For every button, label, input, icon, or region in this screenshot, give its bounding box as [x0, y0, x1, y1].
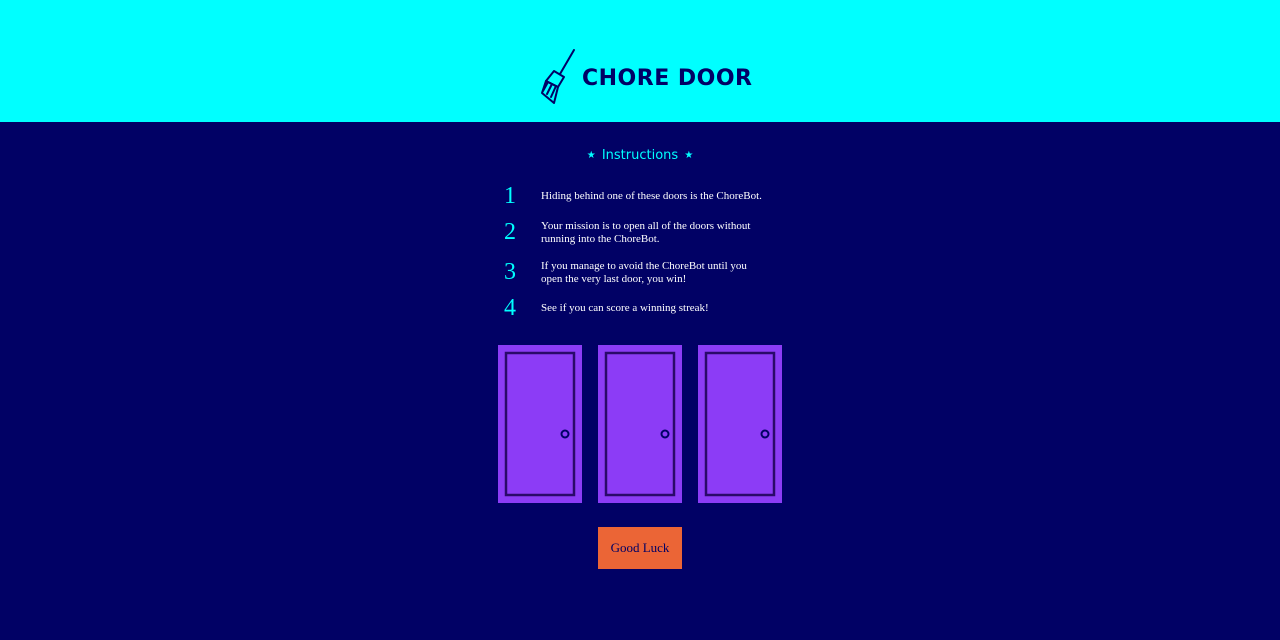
star-icon: ★ — [684, 150, 694, 161]
step-number: 2 — [504, 219, 516, 245]
step-text: If you manage to avoid the ChoreBot unti… — [541, 260, 747, 285]
step-number: 4 — [504, 295, 516, 321]
good-luck-button[interactable]: Good Luck — [598, 527, 682, 569]
door-1[interactable] — [498, 345, 582, 503]
step-text: Hiding behind one of these doors is the … — [541, 190, 762, 202]
step-number: 1 — [504, 183, 516, 209]
step-text: See if you can score a winning streak! — [541, 302, 709, 314]
instructions-heading: ★ Instructions ★ — [0, 148, 1280, 163]
logo: CHORE DOOR — [540, 46, 753, 106]
door-3[interactable] — [698, 345, 782, 503]
instructions-title: Instructions — [601, 148, 679, 163]
door-2[interactable] — [598, 345, 682, 503]
broom-icon — [540, 47, 578, 105]
star-icon: ★ — [586, 150, 596, 161]
header-bar: CHORE DOOR — [0, 0, 1280, 122]
step-text: Your mission is to open all of the doors… — [541, 220, 751, 245]
app-title: CHORE DOOR — [582, 65, 753, 91]
step-number: 3 — [504, 259, 516, 285]
